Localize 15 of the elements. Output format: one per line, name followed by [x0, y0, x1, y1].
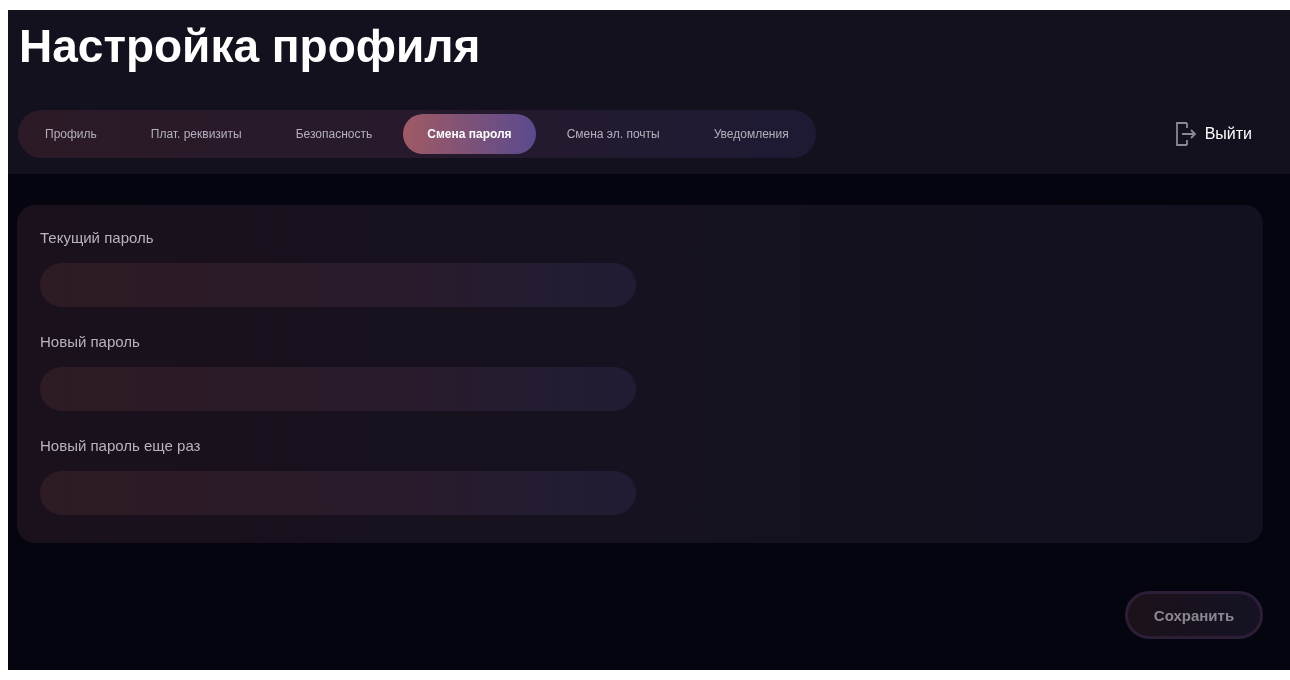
password-field[interactable]	[40, 471, 636, 515]
tab[interactable]: Смена эл. почты	[539, 110, 687, 158]
field-label: Текущий пароль	[40, 229, 155, 247]
tab[interactable]: Профиль	[18, 110, 124, 158]
tab[interactable]: Смена пароля	[403, 114, 536, 154]
password-field[interactable]	[40, 263, 636, 307]
logout-button[interactable]: Выйти	[1174, 122, 1252, 146]
field-label: Новый пароль	[40, 333, 141, 351]
tab[interactable]: Безопасность	[268, 110, 400, 158]
tab[interactable]: Плат. реквизиты	[123, 110, 269, 158]
page-title: Настройка профиля	[18, 19, 482, 74]
logout-icon	[1174, 122, 1197, 146]
password-field[interactable]	[40, 367, 636, 411]
tab[interactable]: Уведомления	[686, 110, 816, 158]
field-label: Новый пароль еще раз	[40, 437, 202, 455]
